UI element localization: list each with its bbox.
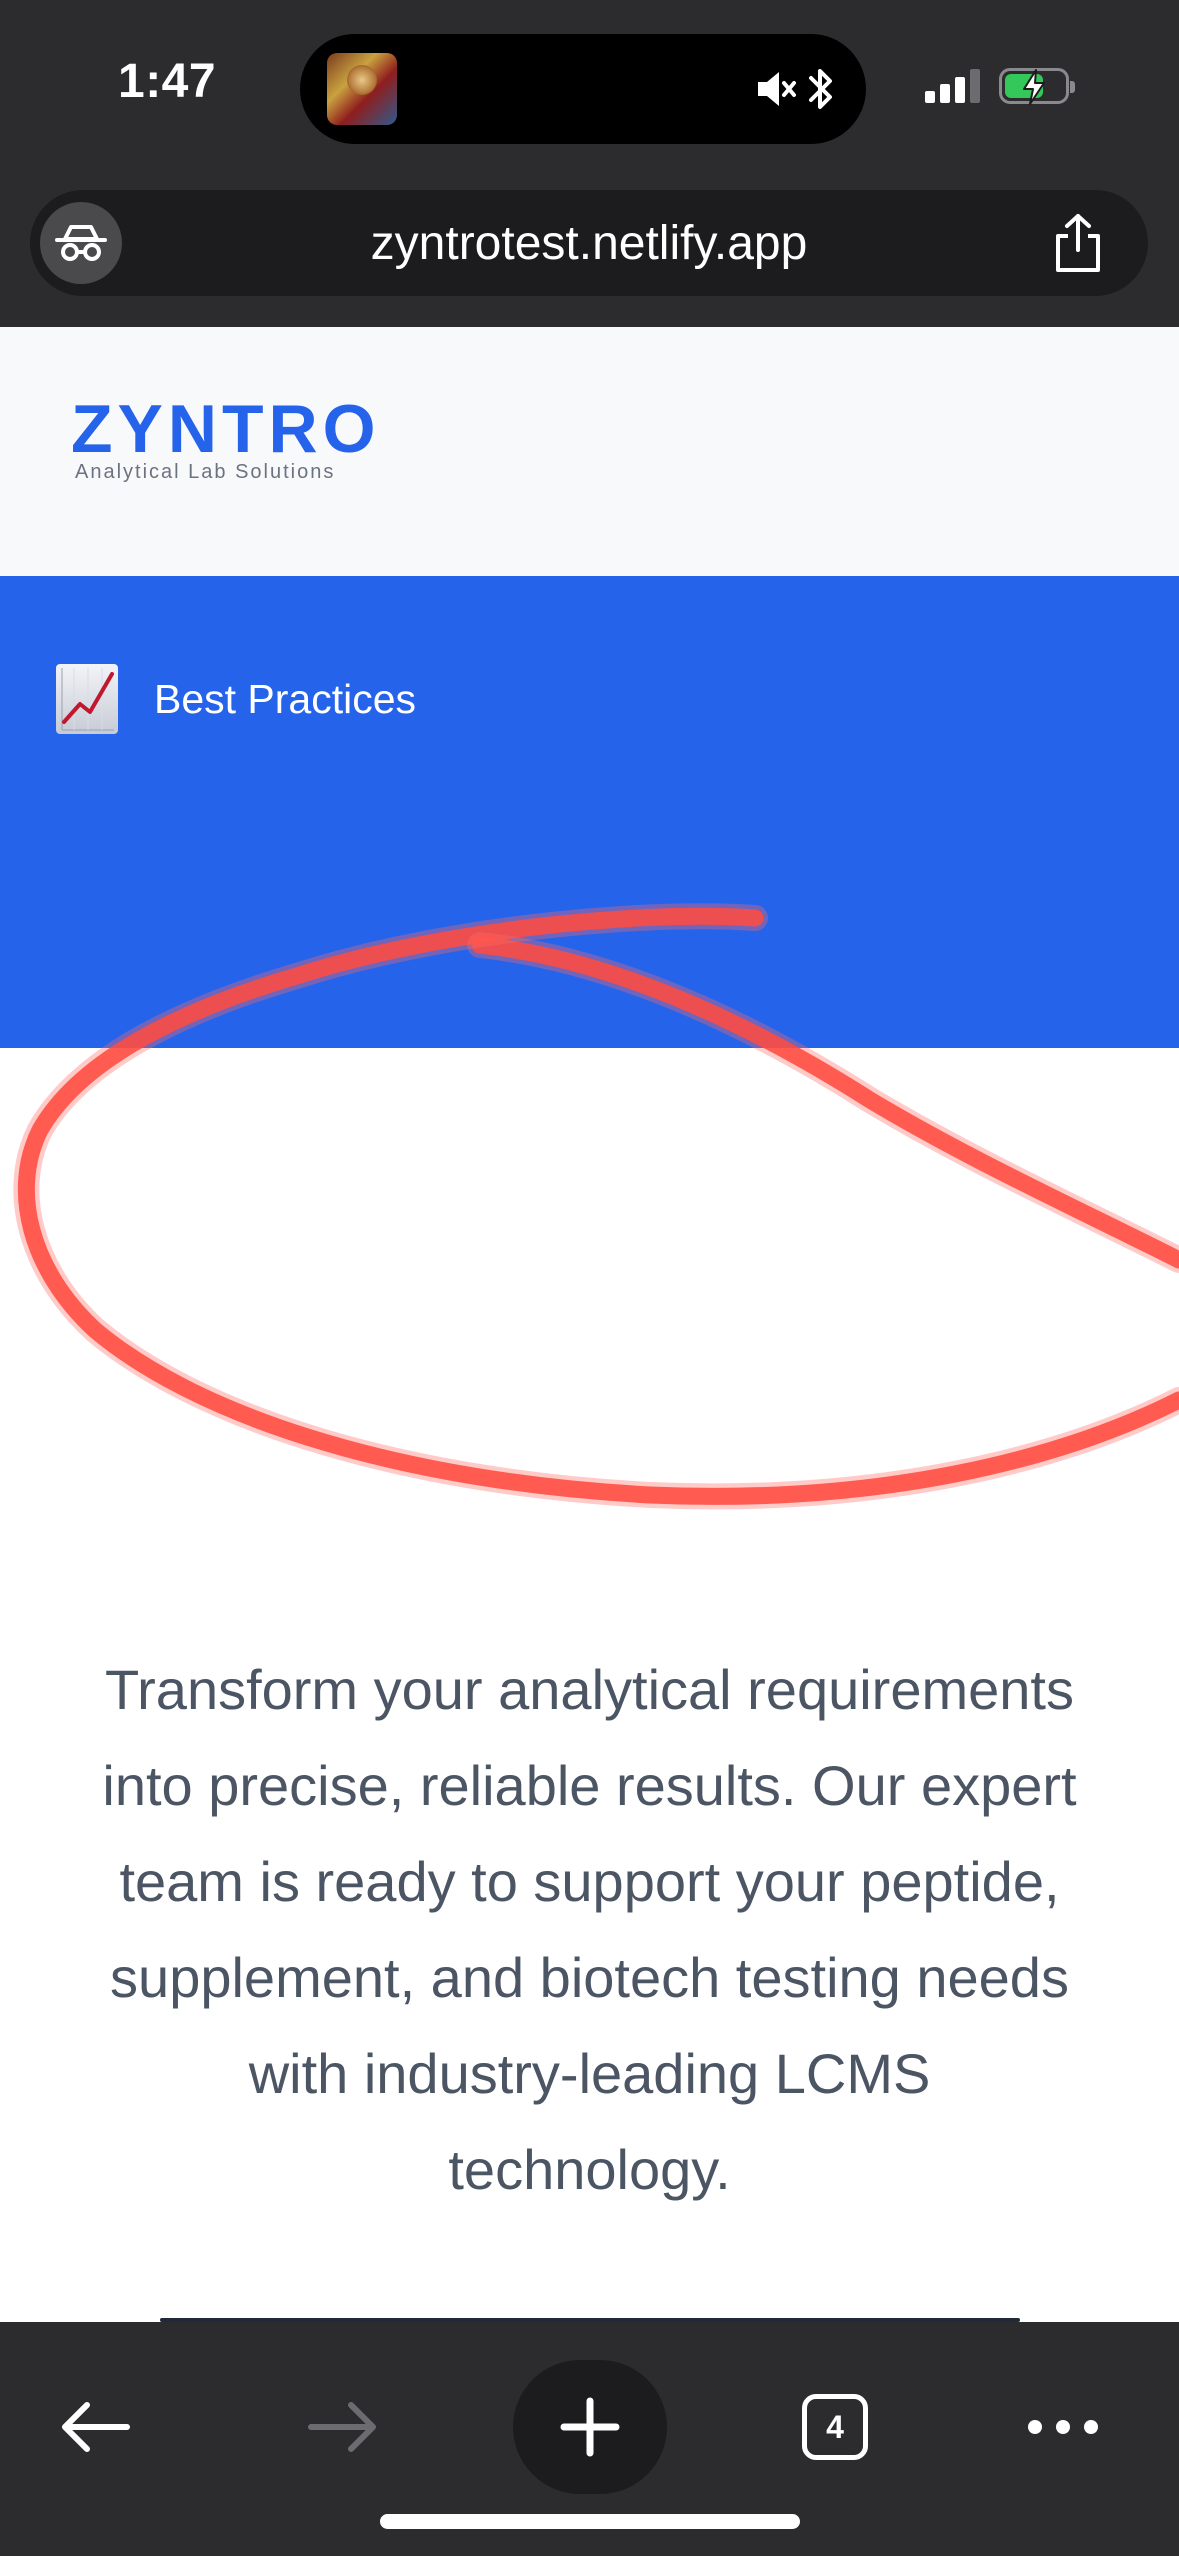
hero-description: Transform your analytical requirements i… [102, 1658, 1077, 2201]
charging-bolt-icon [1023, 69, 1045, 105]
site-logo[interactable]: ZYNTRO [71, 395, 381, 463]
nav-item-best-practices[interactable]: Best Practices [56, 664, 416, 734]
battery-charging-icon [999, 68, 1075, 105]
browser-top-bar: 1:47 zyntrotest.netlify.app [0, 0, 1179, 327]
dynamic-island[interactable] [300, 34, 866, 144]
status-time: 1:47 [118, 55, 217, 108]
chart-increasing-icon [56, 664, 118, 734]
nav-menu-panel: Best Practices [0, 576, 1179, 1048]
url-text[interactable]: zyntrotest.netlify.app [30, 216, 1148, 271]
home-indicator[interactable] [380, 2514, 800, 2529]
forward-button[interactable] [288, 2372, 398, 2482]
plus-icon [560, 2397, 620, 2457]
more-button[interactable] [1008, 2372, 1118, 2482]
now-playing-thumbnail-icon [327, 53, 397, 125]
back-button[interactable] [40, 2372, 150, 2482]
cellular-signal-icon [925, 69, 980, 103]
tabs-button[interactable]: 4 [780, 2372, 890, 2482]
share-icon[interactable] [1048, 212, 1108, 274]
tab-count-badge: 4 [802, 2394, 868, 2460]
site-header: ZYNTRO Analytical Lab Solutions [0, 327, 1179, 576]
nav-item-label: Best Practices [154, 675, 417, 722]
arrow-right-icon [308, 2402, 376, 2452]
arrow-left-icon [62, 2402, 130, 2452]
more-horizontal-icon [1028, 2420, 1098, 2434]
address-bar[interactable]: zyntrotest.netlify.app [30, 190, 1148, 296]
new-tab-button[interactable] [513, 2360, 667, 2494]
bluetooth-icon [809, 69, 832, 109]
browser-screen: 1:47 zyntrotest.netlify.app ZYNTRO Analy… [0, 0, 1179, 2556]
site-tagline: Analytical Lab Solutions [75, 461, 336, 483]
speaker-muted-icon [758, 72, 796, 106]
